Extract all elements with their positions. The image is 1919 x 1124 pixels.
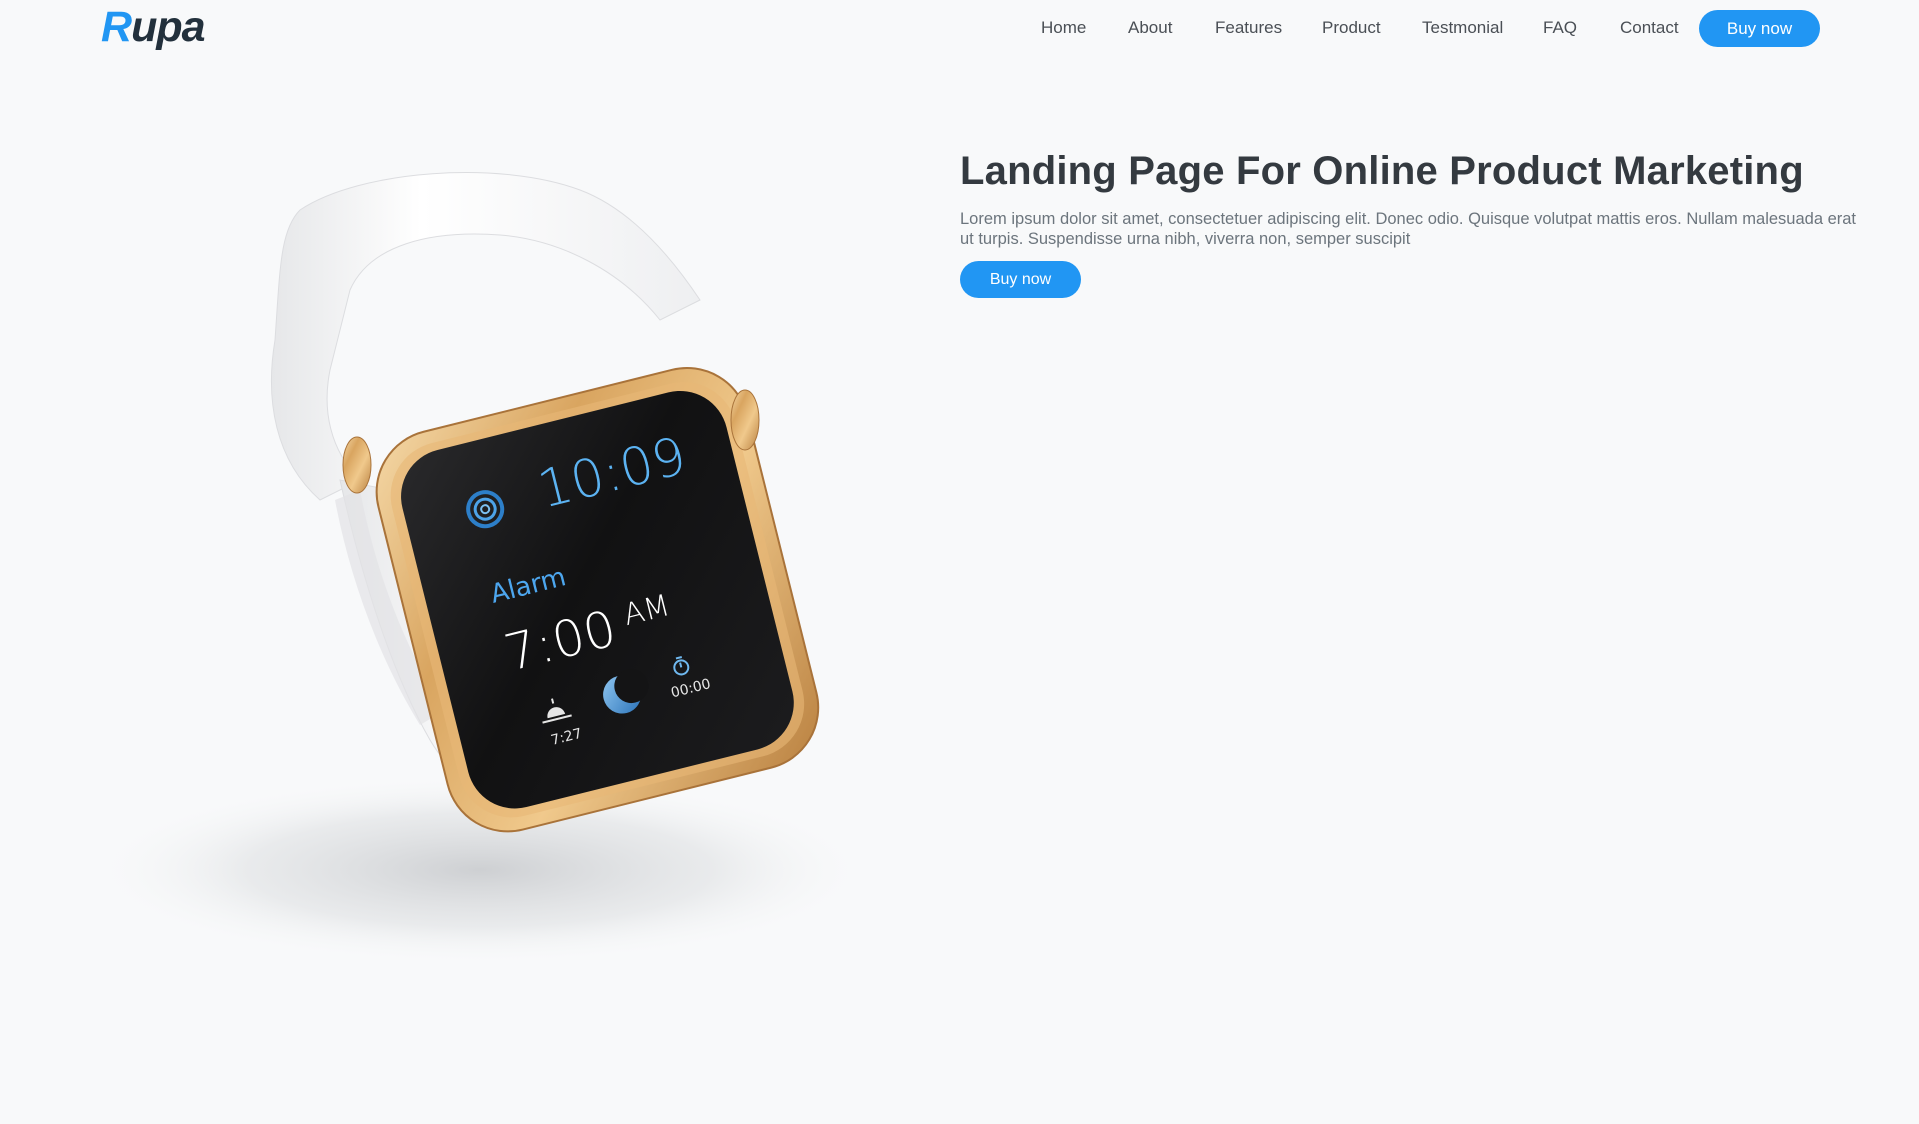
watch-case (375, 366, 820, 833)
nav-link-contact[interactable]: Contact (1620, 18, 1679, 38)
hero-section: Landing Page For Online Product Marketin… (960, 145, 1860, 298)
watch-side-button (342, 436, 372, 494)
brand-logo[interactable]: Rupa (101, 2, 206, 52)
hero-image-smartwatch: 10:09 Alarm 7:00 AM 7:27 00:00 (60, 150, 940, 1000)
nav-link-faq[interactable]: FAQ (1543, 18, 1577, 38)
nav-link-testmonial[interactable]: Testmonial (1422, 18, 1503, 38)
smartwatch-illustration: 10:09 Alarm 7:00 AM 7:27 00:00 (90, 172, 870, 965)
hero-title: Landing Page For Online Product Marketin… (960, 149, 1804, 193)
nav-link-about[interactable]: About (1128, 18, 1172, 38)
brand-logo-rest: upa (131, 3, 205, 51)
nav-link-home[interactable]: Home (1041, 18, 1086, 38)
nav-buy-now-button[interactable]: Buy now (1699, 10, 1820, 47)
hero-buy-now-button[interactable]: Buy now (960, 261, 1081, 298)
nav-link-product[interactable]: Product (1322, 18, 1381, 38)
nav-link-features[interactable]: Features (1215, 18, 1282, 38)
navbar: Rupa Home About Features Product Testmon… (0, 0, 1919, 56)
hero-description: Lorem ipsum dolor sit amet, consectetuer… (960, 210, 1857, 248)
watch-crown (730, 389, 760, 451)
brand-logo-first-letter: R (101, 3, 132, 51)
